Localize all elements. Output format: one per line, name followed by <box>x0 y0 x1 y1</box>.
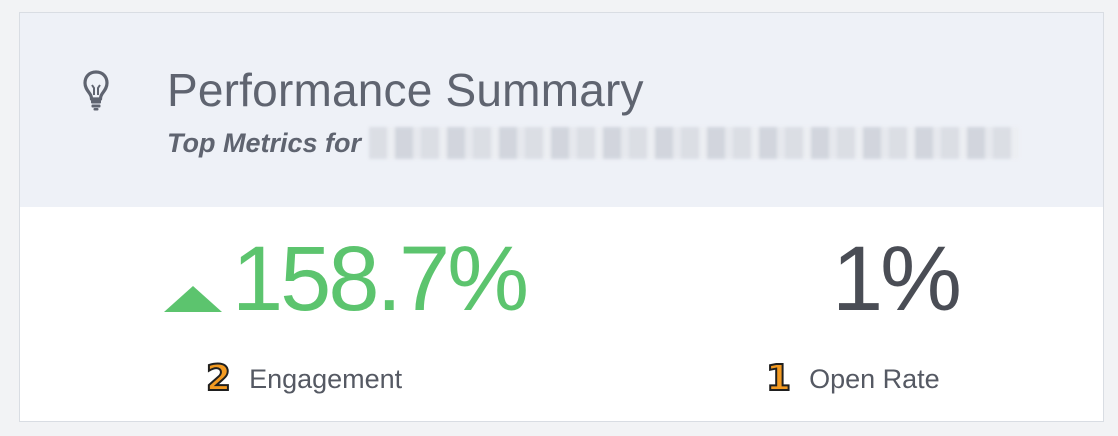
subtitle-row: Top Metrics for <box>167 123 1020 163</box>
lightbulb-icon <box>82 69 110 111</box>
metric-engagement: 158.7% <box>164 228 529 330</box>
subtitle: Top Metrics for <box>167 127 362 158</box>
engagement-label-row: 2 Engagement <box>205 358 403 399</box>
engagement-label: Engagement <box>249 363 403 394</box>
performance-summary-card: Performance Summary Top Metrics for 158.… <box>19 12 1104 422</box>
engagement-value: 158.7% <box>232 228 529 330</box>
card-header: Performance Summary Top Metrics for <box>20 13 1103 207</box>
redacted-campaign-name <box>369 127 1020 159</box>
trend-up-icon <box>164 286 222 312</box>
metric-open-rate: 1% <box>832 228 962 330</box>
rank-badge: 2 <box>205 358 232 399</box>
open-rate-label-row: 1 Open Rate <box>765 358 940 399</box>
rank-badge: 1 <box>765 358 792 399</box>
open-rate-label: Open Rate <box>809 363 940 394</box>
open-rate-value: 1% <box>832 228 962 330</box>
page-title: Performance Summary <box>167 64 644 116</box>
